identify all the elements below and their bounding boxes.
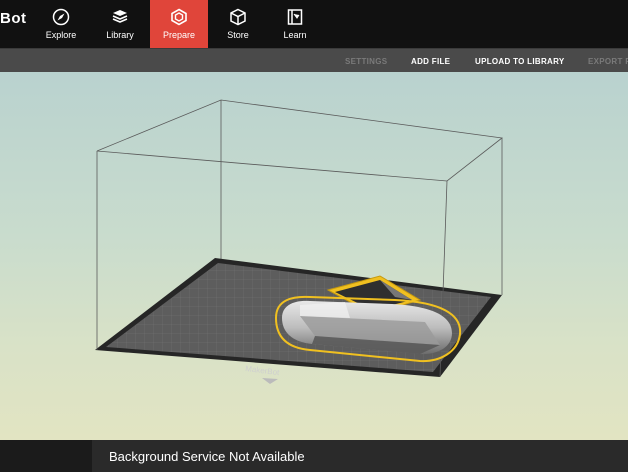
makerbot-logo[interactable]: Bot: [0, 10, 27, 27]
build-viewport[interactable]: MakerBot: [0, 72, 628, 440]
tab-prepare-label: Prepare: [162, 30, 196, 40]
tab-learn-label: Learn: [283, 30, 307, 40]
tab-learn[interactable]: Learn: [266, 0, 324, 48]
tab-library[interactable]: Library: [91, 0, 149, 48]
compass-icon: [52, 8, 70, 26]
tab-library-label: Library: [106, 30, 134, 40]
tab-explore[interactable]: Explore: [32, 0, 90, 48]
plate-front-marker: [262, 378, 278, 384]
library-icon: [112, 10, 128, 23]
status-bar: Background Service Not Available: [0, 440, 628, 472]
export-button[interactable]: EXPORT P: [588, 57, 628, 66]
add-file-button[interactable]: ADD FILE: [411, 57, 450, 66]
build-scene: MakerBot: [95, 99, 503, 384]
tab-store[interactable]: Store: [209, 0, 267, 48]
top-nav: Bot Explore Library Prepare Store Learn: [0, 0, 628, 48]
plate-brand-label: MakerBot: [245, 364, 281, 377]
tab-store-label: Store: [227, 30, 249, 40]
learn-book-icon: [287, 9, 303, 25]
tab-explore-label: Explore: [45, 30, 77, 40]
status-message-box: Background Service Not Available: [92, 440, 628, 472]
upload-to-library-button[interactable]: UPLOAD TO LIBRARY: [475, 57, 565, 66]
store-box-icon: [230, 8, 246, 26]
status-message: Background Service Not Available: [109, 449, 305, 464]
tab-prepare[interactable]: Prepare: [150, 0, 208, 48]
build-volume-wireframe: [96, 99, 503, 295]
prepare-toolbar: SETTINGS ADD FILE UPLOAD TO LIBRARY EXPO…: [0, 48, 628, 73]
settings-button[interactable]: SETTINGS: [345, 57, 387, 66]
prepare-cube-icon: [171, 8, 187, 26]
